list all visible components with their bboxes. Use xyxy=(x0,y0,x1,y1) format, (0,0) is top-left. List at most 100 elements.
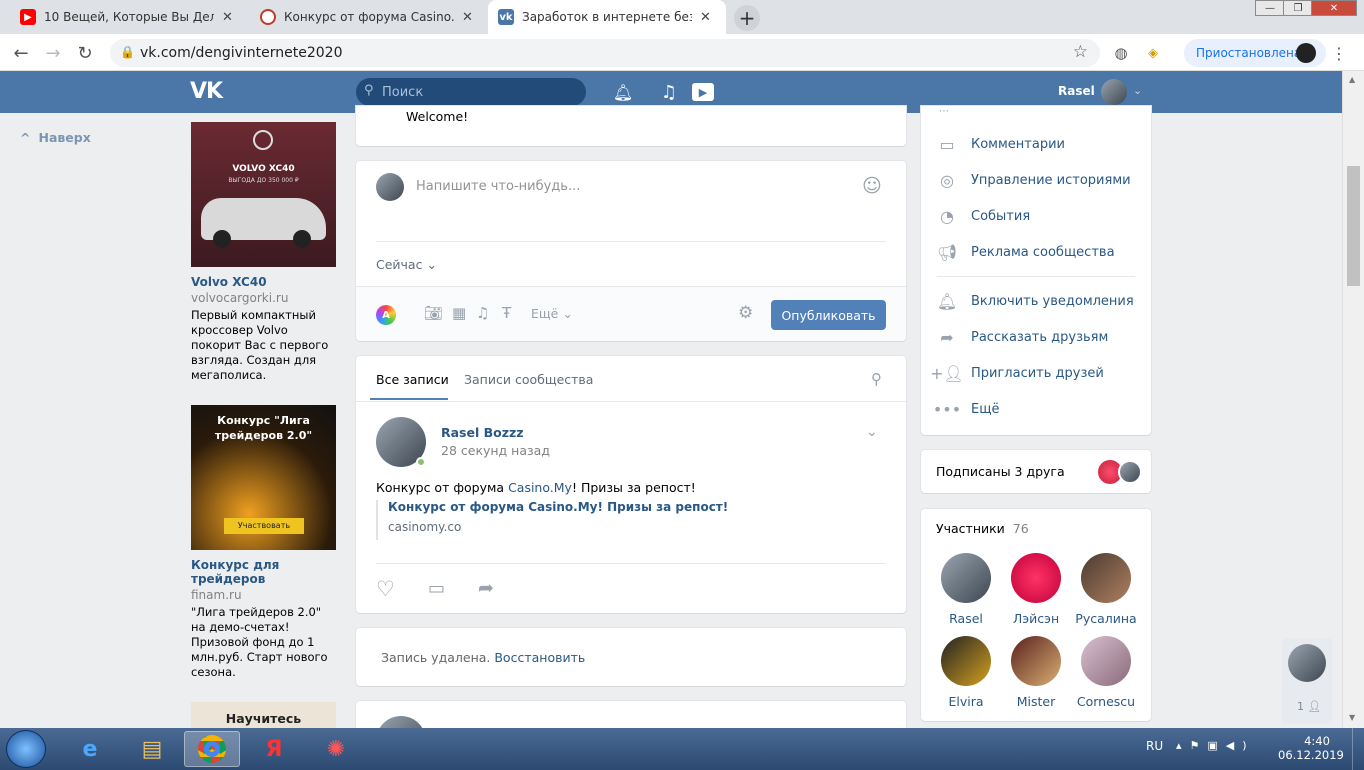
ad-domain: finam.ru xyxy=(191,588,242,602)
restore-link[interactable]: Восстановить xyxy=(494,650,585,665)
chevron-down-icon[interactable]: ⌄ xyxy=(1133,84,1142,97)
language-indicator[interactable]: RU xyxy=(1146,739,1163,753)
more-attachments[interactable]: Ещё ⌄ xyxy=(531,306,573,321)
post-menu-chevron-icon[interactable]: ⌄ xyxy=(866,424,878,440)
video-icon[interactable]: ▦ xyxy=(452,304,466,322)
new-tab-icon[interactable]: + xyxy=(734,5,760,31)
menu-events[interactable]: ◔ События xyxy=(937,198,1030,234)
post-text-part: Конкурс от форума xyxy=(376,480,509,495)
menu-comments[interactable]: ▭ Комментарии xyxy=(937,126,1065,162)
member-name: Rasel xyxy=(949,611,983,626)
menu-invite-friends[interactable]: +👤︎ Пригласить друзей xyxy=(930,355,1104,391)
menu-ads[interactable]: 📢︎ Реклама сообщества xyxy=(937,234,1115,270)
back-arrow-icon[interactable]: ← xyxy=(10,42,32,64)
menu-more[interactable]: ••• Ещё xyxy=(933,391,1000,427)
globe-icon[interactable]: ◍ xyxy=(1110,42,1132,64)
vk-logo[interactable]: VK xyxy=(190,79,223,104)
play-icon[interactable]: ▶ xyxy=(692,83,714,101)
scrollbar[interactable]: ▲ ▼ xyxy=(1342,71,1364,728)
member-item[interactable]: Rasel xyxy=(931,553,1001,626)
ad-title[interactable]: Volvo XC40 xyxy=(191,275,336,289)
post-text-link[interactable]: Casino.My xyxy=(508,480,572,495)
scroll-up-arrow-icon[interactable]: ▲ xyxy=(1349,75,1355,84)
bookmark-star-icon[interactable]: ☆ xyxy=(1073,42,1088,62)
time-selector[interactable]: Сейчас ⌄ xyxy=(376,257,437,272)
tray-icons[interactable]: ▴⚑▣◀) xyxy=(1176,739,1255,752)
url-field[interactable]: 🔒 vk.com/dengivinternete2020 ☆ xyxy=(110,39,1100,67)
music-icon[interactable]: ♫ xyxy=(658,81,680,103)
poster-icon[interactable]: A xyxy=(376,305,396,325)
ad-title[interactable]: Конкурс для трейдеров xyxy=(191,558,336,586)
scroll-down-arrow-icon[interactable]: ▼ xyxy=(1349,713,1355,722)
sync-paused-button[interactable]: Приостановлена xyxy=(1184,39,1326,67)
menu-tell-friends[interactable]: ➦ Рассказать друзьям xyxy=(937,319,1108,355)
browser-tab-2[interactable]: Конкурс от форума Casino.My! ✕ xyxy=(250,0,485,34)
tab-community-posts[interactable]: Записи сообщества xyxy=(464,372,593,387)
like-icon[interactable]: ♡ xyxy=(376,577,395,601)
divider xyxy=(376,241,886,242)
friends-subscribed-card[interactable]: Подписаны 3 друга xyxy=(921,450,1151,493)
bell-icon: 🔔︎ xyxy=(936,291,958,311)
member-item[interactable]: Лэйсэн xyxy=(1001,553,1071,626)
maximize-icon[interactable]: ❐ xyxy=(1283,0,1313,16)
file-explorer-icon[interactable]: ▤ xyxy=(124,731,180,767)
member-item[interactable]: Русалина xyxy=(1071,553,1141,626)
reload-icon[interactable]: ↻ xyxy=(74,42,96,64)
menu-stories[interactable]: ◎ Управление историями xyxy=(937,162,1131,198)
yandex-browser-icon[interactable]: Я xyxy=(246,731,302,767)
post-time[interactable]: 28 секунд назад xyxy=(441,443,550,458)
clock[interactable]: 4:40 06.12.2019 xyxy=(1278,734,1344,762)
member-item[interactable]: Elvira xyxy=(931,636,1001,709)
close-tab-icon[interactable]: ✕ xyxy=(462,10,473,25)
post-composer: Напишите что-нибудь... ☺ Сейчас ⌄ A 📷︎ ▦ … xyxy=(356,161,906,341)
close-window-icon[interactable]: ✕ xyxy=(1311,0,1357,16)
vk-search-input[interactable]: ⚲ Поиск xyxy=(356,78,586,106)
search-icon[interactable]: ⚲ xyxy=(871,370,882,388)
more-dots-icon: ⋯ xyxy=(939,106,949,117)
ad-image-traders[interactable]: Конкурс "Лига трейдеров 2.0" Участвовать xyxy=(191,405,336,550)
share-icon[interactable]: ➦ xyxy=(478,577,494,599)
link-snippet[interactable]: Конкурс от форума Casino.My! Призы за ре… xyxy=(376,500,728,540)
members-title: Участники xyxy=(936,521,1005,536)
members-header[interactable]: Участники 76 xyxy=(936,521,1029,536)
emoji-icon[interactable]: ☺ xyxy=(862,175,882,197)
close-tab-icon[interactable]: ✕ xyxy=(700,10,711,25)
composer-input[interactable]: Напишите что-нибудь... xyxy=(416,179,580,194)
comment-icon[interactable]: ▭ xyxy=(428,578,445,599)
start-button[interactable] xyxy=(6,730,46,768)
chat-widget[interactable]: 1 👤︎ xyxy=(1282,638,1332,724)
internet-explorer-icon[interactable]: e xyxy=(62,731,118,767)
member-item[interactable]: Cornescu xyxy=(1071,636,1141,709)
browser-tab-3-active[interactable]: vk Заработок в интернете без вло ✕ xyxy=(488,0,726,34)
forward-arrow-icon[interactable]: → xyxy=(42,42,64,64)
scrollbar-thumb[interactable] xyxy=(1347,166,1360,286)
publish-button[interactable]: Опубликовать xyxy=(771,300,886,330)
post-author-name[interactable]: Rasel Bozzz xyxy=(441,425,524,440)
ad-image-volvo[interactable]: VOLVO XC40 ВЫГОДА ДО 350 000 ₽ xyxy=(191,122,336,267)
casino-app-icon[interactable]: ✺ xyxy=(308,731,364,767)
members-card: Участники 76 Rasel Лэйсэн Русалина Elvir… xyxy=(921,509,1151,721)
tab-title: Заработок в интернете без вло xyxy=(522,10,692,24)
tab-all-posts[interactable]: Все записи xyxy=(376,372,449,387)
browser-tab-1[interactable]: ▶ 10 Вещей, Которые Вы Делали ✕ xyxy=(10,0,245,34)
bell-icon[interactable]: 🔔︎ xyxy=(612,81,634,103)
member-item[interactable]: Mister xyxy=(1001,636,1071,709)
composer-avatar xyxy=(376,173,404,201)
audio-icon[interactable]: ♫ xyxy=(476,304,489,322)
show-desktop-button[interactable] xyxy=(1352,728,1364,770)
gear-icon[interactable]: ⚙ xyxy=(738,303,753,323)
user-avatar[interactable] xyxy=(1101,79,1127,105)
chrome-icon[interactable] xyxy=(184,731,240,767)
extension-icon[interactable]: ◈ xyxy=(1142,42,1164,64)
minimize-icon[interactable]: — xyxy=(1255,0,1285,16)
menu-notifications[interactable]: 🔔︎ Включить уведомления xyxy=(937,283,1134,319)
back-to-top-link[interactable]: ^ Наверх xyxy=(20,130,91,145)
kebab-menu-icon[interactable]: ⋮ xyxy=(1328,42,1350,64)
close-tab-icon[interactable]: ✕ xyxy=(222,10,233,25)
vk-user-name[interactable]: Rasel xyxy=(1058,84,1095,98)
article-icon[interactable]: Ŧ xyxy=(502,304,511,322)
vk-icon: vk xyxy=(498,9,514,25)
camera-icon[interactable]: 📷︎ xyxy=(424,304,443,322)
link-title[interactable]: Конкурс от форума Casino.My! Призы за ре… xyxy=(388,500,728,514)
divider xyxy=(376,563,886,564)
